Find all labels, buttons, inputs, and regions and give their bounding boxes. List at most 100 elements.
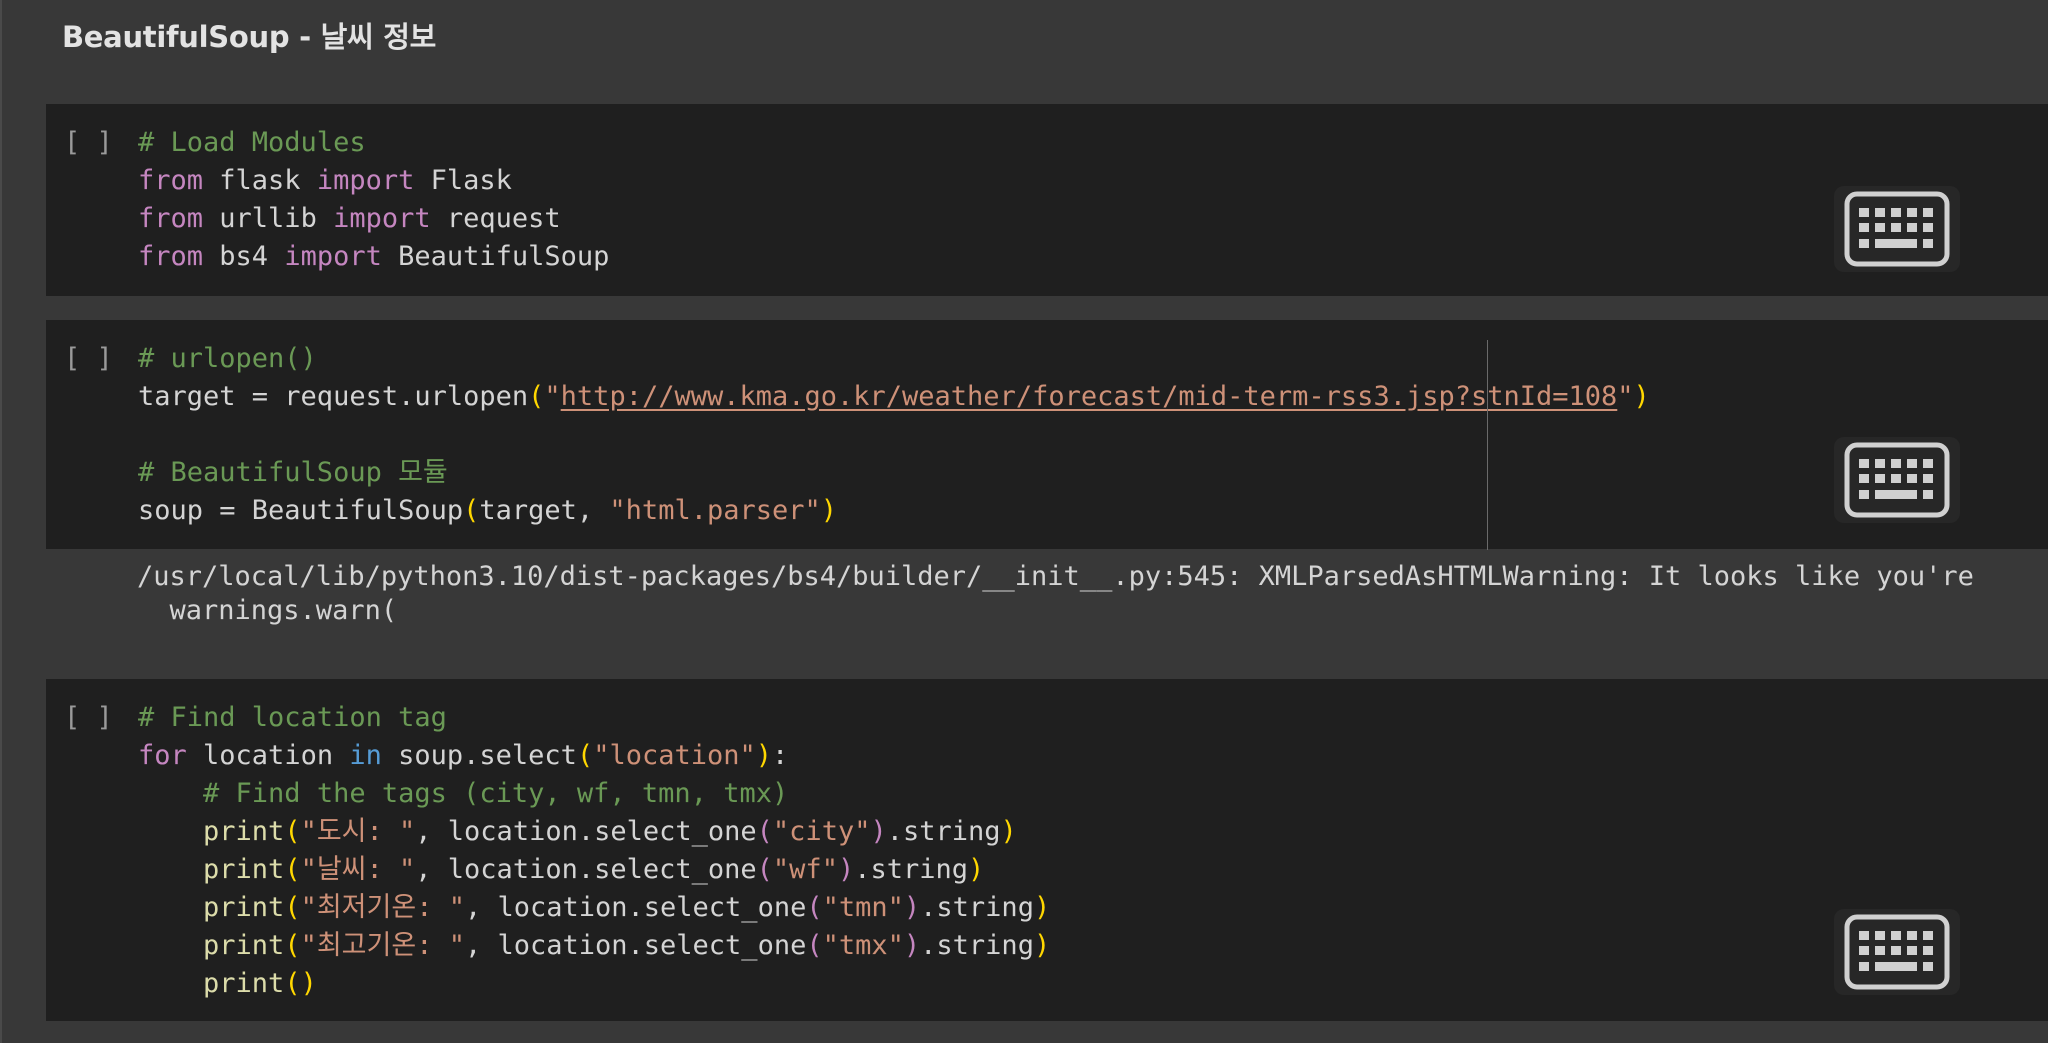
code-token: ( [806,892,823,923]
code-token: soup.select [381,740,577,771]
code-token: target = request.urlopen [138,381,529,412]
code-token: , location.select_one [464,930,807,961]
code-token: .string [920,930,1034,961]
code-token: .string [854,854,969,885]
code-token: ( [756,854,773,885]
output-line-2: warnings.warn( [137,595,398,626]
code-editor[interactable]: # urlopen() target = request.urlopen("htt… [138,340,1650,530]
url-link[interactable]: http://www.kma.go.kr/weather/forecast/mi… [561,381,1618,412]
code-token: ) [903,892,921,923]
code-token: : [772,740,789,771]
text-cursor [1487,340,1488,550]
code-token: # Find the tags (city, wf, tmn, tmx) [203,778,789,809]
code-token: ( [528,381,545,412]
code-token: ( [284,854,301,885]
code-token: , location.select_one [464,892,807,923]
code-token: import [316,165,415,196]
code-line: from urllib import request [138,200,609,238]
keyboard-button[interactable] [1834,909,1960,995]
code-line: soup = BeautifulSoup(target, "html.parse… [138,492,1650,530]
keyboard-icon [1844,191,1950,267]
code-token: ) [968,854,985,885]
code-editor[interactable]: # Load Modules from flask import Flask fro… [138,124,609,276]
code-token: ) [870,816,887,847]
code-token: request [430,203,561,234]
code-token: ( [576,740,594,771]
code-cell-2[interactable]: [ ] # urlopen() target = request.urlopen(… [46,320,2048,549]
code-line: # Load Modules [138,124,609,162]
code-token: ) [820,495,838,526]
cell-output: /usr/local/lib/python3.10/dist-packages/… [137,560,1974,628]
code-token: "location" [593,740,756,771]
code-line: from flask import Flask [138,162,609,200]
code-token: () [284,968,317,999]
output-line-1: /usr/local/lib/python3.10/dist-packages/… [137,561,1974,592]
code-token: urllib [203,203,334,234]
code-line: # BeautifulSoup 모듈 [138,454,1650,492]
code-editor[interactable]: # Find location tag for location in soup.… [138,699,1050,1003]
code-token: .string [920,892,1034,923]
code-token: "최고기온: " [300,930,465,961]
code-token: in [349,740,382,771]
code-token: " [544,381,561,412]
run-cell-button[interactable]: [ ] [64,699,113,737]
code-token: import [284,241,382,272]
code-token: location [186,740,350,771]
keyboard-button[interactable] [1834,186,1960,272]
code-token: .string [886,816,1001,847]
code-token: "tmn" [822,892,904,923]
code-token: Flask [414,165,512,196]
keyboard-icon [1844,442,1950,518]
code-token: print [203,930,285,961]
code-token: ) [755,740,773,771]
code-token: print [203,816,285,847]
code-line: print("최저기온: ", location.select_one("tmn… [138,889,1050,927]
code-line: from bs4 import BeautifulSoup [138,238,609,276]
code-token: ( [463,495,480,526]
run-cell-button[interactable]: [ ] [64,124,113,162]
code-token: ( [284,930,301,961]
code-token: "tmx" [822,930,904,961]
code-token: ( [284,816,301,847]
left-edge-divider [0,0,2,1043]
code-line: # Find the tags (city, wf, tmn, tmx) [138,775,1050,813]
code-token: BeautifulSoup [381,241,610,272]
code-token: from [138,203,204,234]
code-token: target, [479,495,610,526]
code-cell-3[interactable]: [ ] # Find location tag for location in s… [46,679,2048,1021]
code-token: from [138,241,204,272]
code-token: "도시: " [300,816,416,847]
code-token: ( [756,816,773,847]
code-token: bs4 [203,241,285,272]
keyboard-button[interactable] [1834,437,1960,523]
section-title: BeautifulSoup - 날씨 정보 [62,20,436,54]
keyboard-icon [1844,914,1950,990]
code-token: ( [284,892,301,923]
code-line: target = request.urlopen("http://www.kma… [138,378,1650,416]
code-token: "html.parser" [609,495,821,526]
code-token: "최저기온: " [300,892,465,923]
code-token: print [203,892,285,923]
code-line: print("날씨: ", location.select_one("wf").… [138,851,1050,889]
run-cell-button[interactable]: [ ] [64,340,113,378]
code-token: ) [1033,930,1051,961]
code-token: print [203,968,285,999]
code-token: "날씨: " [300,854,416,885]
code-token: print [203,854,285,885]
code-cell-1[interactable]: [ ] # Load Modules from flask import Flas… [46,104,2048,296]
code-token: # urlopen() [138,343,317,374]
code-token: , location.select_one [415,816,757,847]
code-token: for [138,740,187,771]
code-token: ) [837,854,855,885]
code-line: ​ [138,416,1650,454]
code-line: print() [138,965,1050,1003]
code-token: ) [1033,892,1051,923]
code-token: ) [1000,816,1017,847]
code-token: from [138,165,204,196]
